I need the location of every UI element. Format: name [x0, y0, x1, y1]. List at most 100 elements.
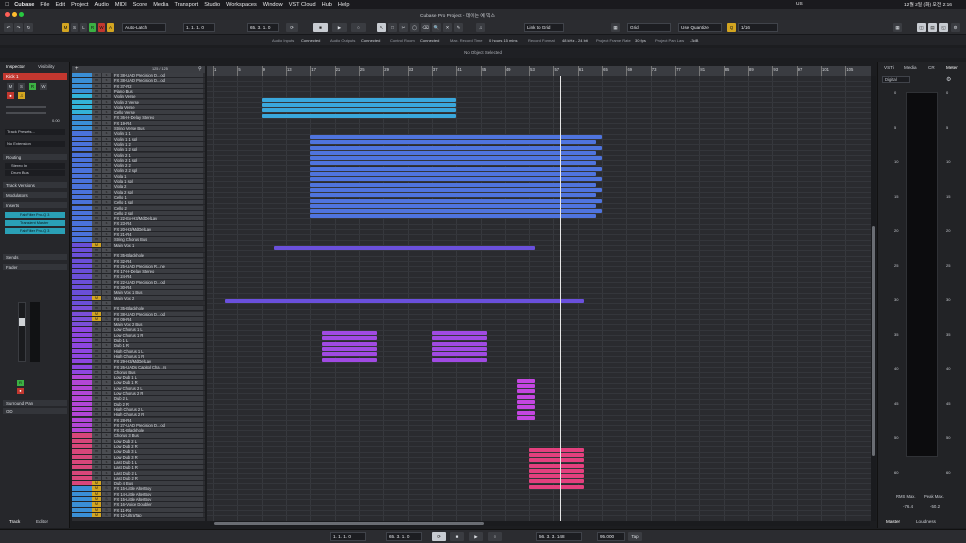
track-name[interactable]: FX 14-Little AlterBoy [113, 491, 203, 496]
track-color-strip[interactable] [72, 332, 92, 337]
audio-event[interactable] [529, 458, 584, 463]
track-mute-button[interactable]: m [92, 147, 101, 152]
track-name[interactable]: Piano Bus [113, 88, 203, 94]
track-name[interactable]: High Chorus 1 R [113, 353, 203, 359]
track-name[interactable]: FX 22-UAD Precision D...od [113, 279, 203, 284]
track-mute-button[interactable]: m [92, 406, 101, 412]
mute-tool-icon[interactable]: ✕ [443, 23, 452, 32]
audio-event[interactable] [517, 384, 536, 388]
track-color-strip[interactable] [72, 470, 92, 475]
track-solo-button[interactable]: s [102, 406, 111, 412]
track-solo-button[interactable]: s [102, 247, 111, 253]
cycle-icon[interactable]: ⟳ [286, 23, 298, 32]
track-solo-button[interactable]: S [102, 486, 111, 491]
track-mute-button[interactable]: M [92, 486, 101, 491]
audio-event[interactable] [322, 341, 378, 346]
fader-read-button[interactable]: R [17, 380, 24, 386]
object-select-tool-icon[interactable]: ↖ [377, 23, 386, 32]
track-solo-button[interactable]: s [102, 454, 111, 459]
routing-section[interactable]: Routing [3, 154, 67, 160]
track-color-strip[interactable] [72, 385, 92, 390]
track-color-strip[interactable] [72, 316, 92, 322]
track-mute-button[interactable]: m [92, 391, 101, 396]
horizontal-scroll-thumb[interactable] [214, 522, 484, 525]
track-color-strip[interactable] [72, 99, 92, 104]
track-mute-button[interactable]: m [92, 152, 101, 157]
inspector-volume-slider[interactable] [6, 106, 46, 108]
track-color-strip[interactable] [72, 322, 92, 327]
quantize-icon[interactable]: Q [727, 23, 736, 32]
menu-score[interactable]: Score [133, 2, 148, 8]
track-color-strip[interactable] [72, 237, 92, 242]
track-color-strip[interactable] [72, 189, 92, 194]
layout-right-icon[interactable]: ◱ [939, 23, 948, 32]
track-color-strip[interactable] [72, 391, 92, 396]
sends-section[interactable]: Sends [3, 254, 67, 260]
left-locator-field[interactable]: 1. 1. 1. 0 [183, 23, 215, 32]
track-solo-button[interactable]: s [102, 210, 111, 216]
track-color-strip[interactable] [72, 274, 92, 279]
track-mute-button[interactable]: m [92, 369, 101, 375]
track-solo-button[interactable]: S [102, 497, 111, 502]
bottom-stop-icon[interactable]: ■ [450, 532, 464, 541]
automation-button[interactable]: A [107, 23, 114, 32]
meter-mode-select[interactable]: Digital [882, 76, 910, 83]
bottom-position-display[interactable]: 56. 3. 3. 148 [536, 532, 582, 541]
track-color-strip[interactable] [72, 512, 92, 518]
track-name[interactable]: Low Chorus 2 L [113, 385, 203, 390]
inspector-record-button[interactable]: ● [7, 92, 14, 99]
track-color-strip[interactable] [72, 83, 92, 88]
audio-event[interactable] [529, 452, 584, 457]
routing-output-field[interactable]: Drum Bus [5, 170, 65, 176]
track-solo-button[interactable]: s [102, 136, 111, 141]
track-color-strip[interactable] [72, 406, 92, 412]
audio-event[interactable] [261, 108, 457, 113]
track-mute-button[interactable]: M [92, 316, 101, 322]
track-color-strip[interactable] [72, 126, 92, 131]
menu-window[interactable]: Window [263, 2, 283, 8]
track-color-strip[interactable] [72, 78, 92, 83]
track-color-strip[interactable] [72, 269, 92, 274]
track-mute-button[interactable]: M [92, 242, 101, 247]
track-search-icon[interactable]: ⚲ [198, 66, 202, 72]
track-solo-button[interactable]: s [102, 380, 111, 385]
track-solo-button[interactable]: s [102, 428, 111, 433]
inspector-solo-button[interactable]: S [18, 83, 25, 90]
track-color-strip[interactable] [72, 242, 92, 247]
audio-event[interactable] [517, 378, 536, 383]
track-name[interactable]: FX 29-H3/MdDelLav [113, 359, 203, 364]
track-color-strip[interactable] [72, 401, 92, 406]
track-row[interactable]: M S FX 12-UltraTap [72, 512, 205, 519]
right-locator-field[interactable]: 65. 3. 1. 0 [247, 23, 279, 32]
track-name[interactable]: Last Dub 2 L [113, 470, 203, 475]
track-mute-button[interactable]: m [92, 189, 101, 194]
track-name[interactable]: Low Dub 2 R [113, 444, 203, 449]
split-tool-icon[interactable]: ✂ [399, 23, 408, 32]
speaker-icon[interactable]: ♫ [476, 23, 485, 32]
audio-event[interactable] [322, 357, 378, 362]
track-mute-button[interactable]: m [92, 279, 101, 284]
track-name[interactable]: Main Vox 1 [113, 242, 203, 247]
track-solo-button[interactable]: s [102, 147, 111, 152]
tab-editor[interactable]: Editor [36, 519, 48, 524]
track-name[interactable]: Cello 1 spl [113, 200, 203, 205]
track-solo-button[interactable]: s [102, 401, 111, 406]
track-name[interactable]: FX 38-UAD Precision D...od [113, 73, 203, 78]
track-name[interactable]: FX 11-R4 [113, 507, 203, 512]
audio-event[interactable] [529, 447, 584, 452]
track-name[interactable]: Last Dub 1 R [113, 465, 203, 470]
history-icon[interactable]: ↻ [24, 23, 33, 32]
audio-event[interactable] [261, 97, 457, 102]
track-color-strip[interactable] [72, 311, 92, 316]
audio-event[interactable] [310, 187, 603, 192]
track-solo-button[interactable]: s [102, 353, 111, 359]
track-name[interactable]: Main Vox 1 Bus [113, 290, 203, 295]
audio-event[interactable] [310, 140, 597, 145]
track-name[interactable]: High Chorus 2 R [113, 412, 203, 417]
track-color-strip[interactable] [72, 194, 92, 200]
zoom-in-icon[interactable]: ▦ [893, 23, 902, 32]
tab-cr[interactable]: CR [928, 65, 935, 70]
track-solo-button[interactable]: s [102, 459, 111, 465]
track-mute-button[interactable]: m [92, 168, 101, 173]
insert-slot-2[interactable]: Transient Master [5, 220, 65, 226]
